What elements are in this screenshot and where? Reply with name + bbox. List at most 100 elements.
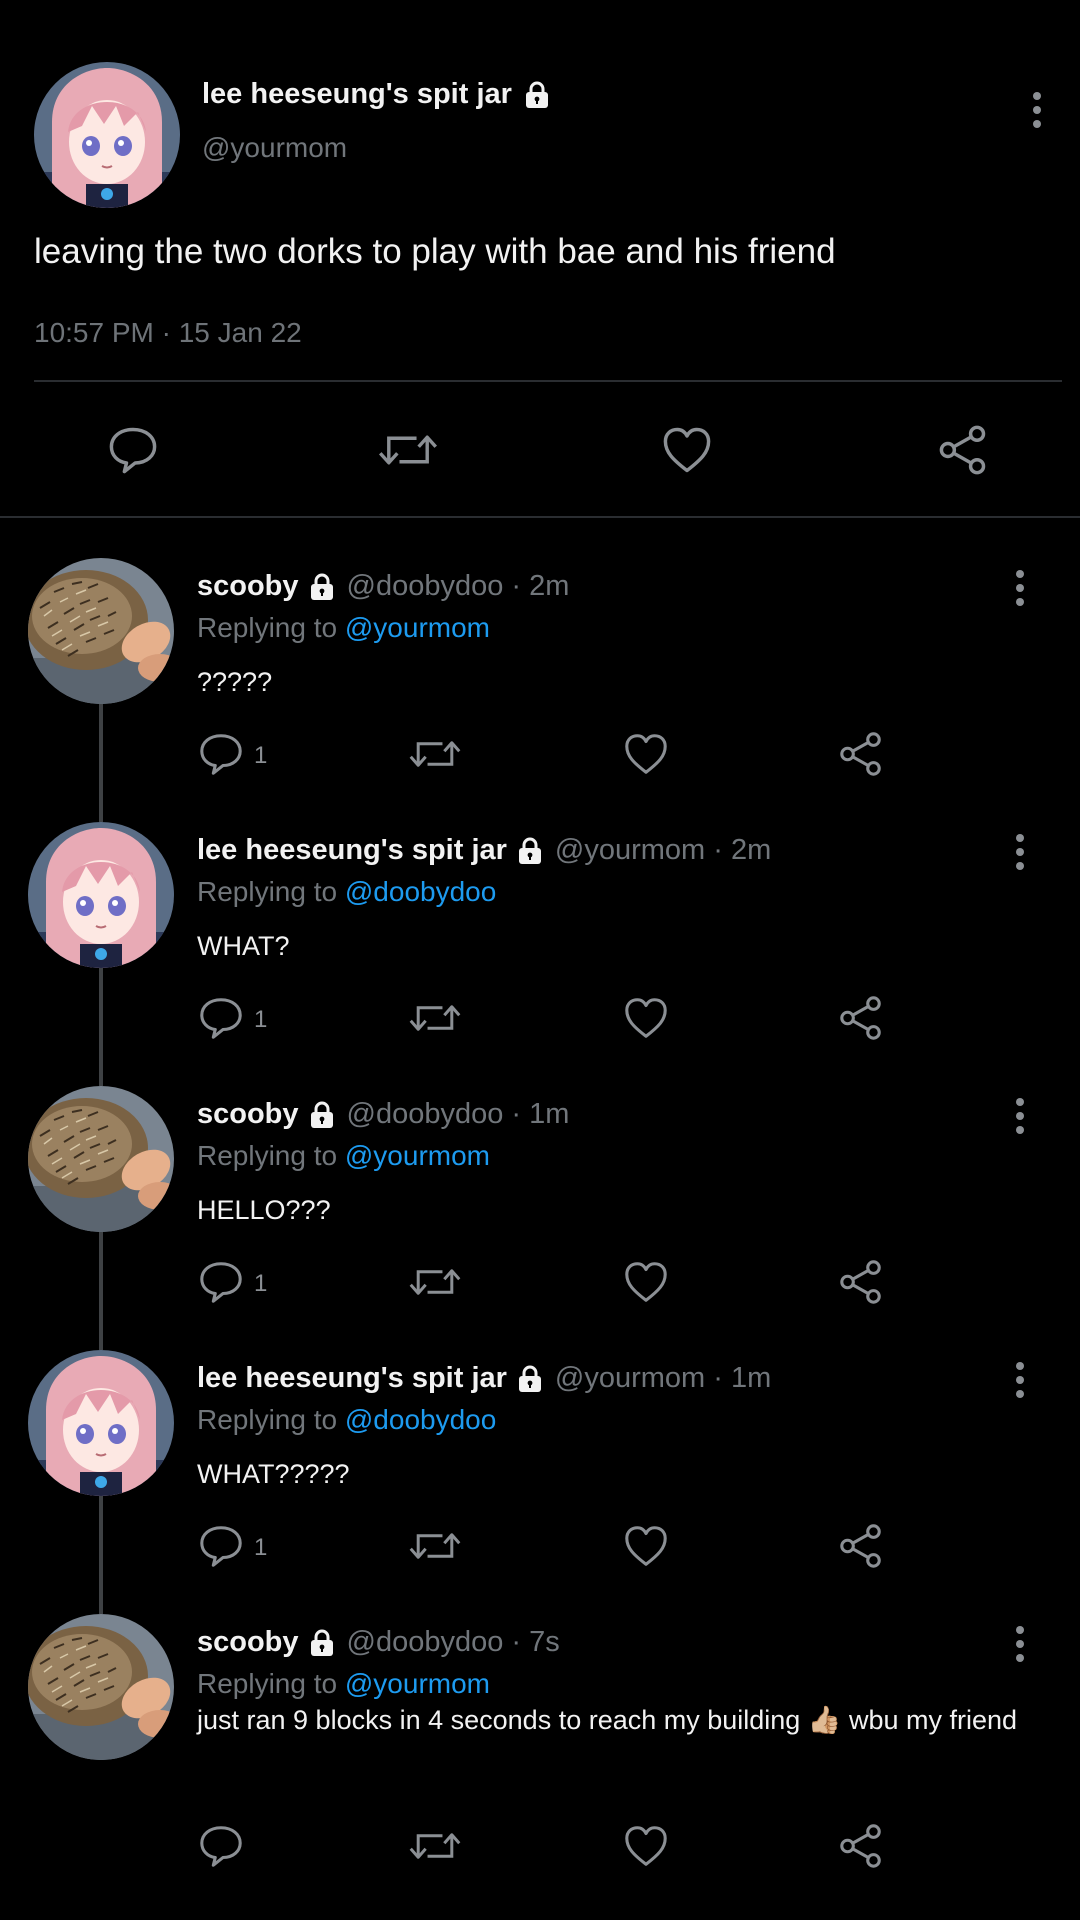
mention-link[interactable]: @yourmom [345, 1668, 490, 1699]
reply-count: 1 [254, 742, 268, 769]
tweet-timestamp[interactable]: 10:57 PM · 15 Jan 22 [34, 317, 302, 349]
share-icon[interactable] [837, 994, 885, 1042]
divider [34, 380, 1062, 382]
reply-text: WHAT? [197, 931, 290, 961]
replying-prefix: Replying to [197, 1668, 338, 1699]
replying-to: Replying to @yourmom [197, 1668, 490, 1700]
author-name[interactable]: lee heeseung's spit jar [197, 1362, 507, 1395]
more-icon[interactable] [1014, 1626, 1026, 1666]
share-icon[interactable] [837, 730, 885, 778]
reply-icon[interactable] [197, 730, 245, 778]
retweet-icon[interactable] [407, 1522, 463, 1570]
author-handle[interactable]: @yourmom [202, 132, 347, 164]
like-icon[interactable] [622, 1522, 670, 1570]
like-icon[interactable] [622, 1258, 670, 1306]
reply-count: 1 [254, 1270, 268, 1297]
mention-link[interactable]: @doobydoo [345, 1404, 496, 1435]
lock-icon [515, 836, 545, 866]
reply-header: scooby @doobydoo · 2m [197, 570, 569, 603]
reply-actions: 1 [197, 730, 897, 780]
reply-tweet[interactable]: lee heeseung's spit jar @yourmom · 1m Re… [0, 1350, 1080, 1614]
reply-icon[interactable] [197, 1822, 245, 1870]
thread-line [99, 704, 103, 822]
avatar[interactable] [28, 558, 174, 704]
retweet-icon[interactable] [407, 994, 463, 1042]
replying-to: Replying to @doobydoo [197, 1404, 496, 1436]
lock-icon [307, 572, 337, 602]
author-name[interactable]: scooby [197, 1098, 299, 1131]
author-name[interactable]: scooby [197, 570, 299, 603]
replying-to: Replying to @doobydoo [197, 876, 496, 908]
reply-tweet[interactable]: scooby @doobydoo · 7s Replying to @yourm… [0, 1614, 1080, 1878]
replying-prefix: Replying to [197, 612, 338, 643]
retweet-icon[interactable] [407, 730, 463, 778]
avatar[interactable] [28, 1086, 174, 1232]
more-icon[interactable] [1031, 92, 1043, 132]
reply-icon[interactable] [197, 1522, 245, 1570]
handle-and-time[interactable]: @doobydoo · 2m [347, 570, 570, 603]
reply-header: scooby @doobydoo · 1m [197, 1098, 569, 1131]
reply-header: lee heeseung's spit jar @yourmom · 2m [197, 834, 771, 867]
reply-icon[interactable] [197, 1258, 245, 1306]
section-divider [0, 516, 1080, 518]
avatar[interactable] [34, 62, 180, 208]
share-icon[interactable] [837, 1258, 885, 1306]
share-icon[interactable] [837, 1522, 885, 1570]
retweet-icon[interactable] [407, 1258, 463, 1306]
retweet-icon[interactable] [407, 1822, 463, 1870]
retweet-icon[interactable] [376, 423, 440, 477]
thread-line [99, 1496, 103, 1614]
thread-line [99, 968, 103, 1086]
like-icon[interactable] [622, 1822, 670, 1870]
reply-text: WHAT????? [197, 1459, 350, 1489]
handle-and-time[interactable]: @yourmom · 1m [555, 1362, 771, 1395]
reply-text: just ran 9 blocks in 4 seconds to reach … [197, 1705, 1018, 1735]
reply-actions: 1 [197, 1522, 897, 1572]
replying-prefix: Replying to [197, 1140, 338, 1171]
tweet-text: leaving the two dorks to play with bae a… [34, 232, 836, 271]
avatar[interactable] [28, 1614, 174, 1760]
replying-to: Replying to @yourmom [197, 1140, 490, 1172]
avatar[interactable] [28, 822, 174, 968]
share-icon[interactable] [837, 1822, 885, 1870]
lock-icon [522, 80, 552, 110]
author-name[interactable]: lee heeseung's spit jar [202, 78, 552, 111]
replying-to: Replying to @yourmom [197, 612, 490, 644]
reply-count: 1 [254, 1534, 268, 1561]
reply-tweet[interactable]: lee heeseung's spit jar @yourmom · 2m Re… [0, 822, 1080, 1086]
more-icon[interactable] [1014, 1362, 1026, 1402]
more-icon[interactable] [1014, 570, 1026, 610]
mention-link[interactable]: @doobydoo [345, 876, 496, 907]
like-icon[interactable] [660, 423, 714, 477]
replying-prefix: Replying to [197, 1404, 338, 1435]
lock-icon [307, 1100, 337, 1130]
handle-and-time[interactable]: @doobydoo · 1m [347, 1098, 570, 1131]
reply-actions: 1 [197, 994, 897, 1044]
reply-actions [197, 1822, 897, 1872]
reply-icon[interactable] [106, 423, 160, 477]
author-name-text[interactable]: lee heeseung's spit jar [202, 78, 512, 111]
avatar[interactable] [28, 1350, 174, 1496]
replying-prefix: Replying to [197, 876, 338, 907]
reply-tweet[interactable]: scooby @doobydoo · 1m Replying to @yourm… [0, 1086, 1080, 1350]
mention-link[interactable]: @yourmom [345, 1140, 490, 1171]
share-icon[interactable] [936, 423, 990, 477]
author-name[interactable]: scooby [197, 1626, 299, 1659]
reply-header: scooby @doobydoo · 7s [197, 1626, 560, 1659]
reply-text: HELLO??? [197, 1195, 331, 1225]
more-icon[interactable] [1014, 834, 1026, 874]
thread-line [99, 1232, 103, 1350]
lock-icon [515, 1364, 545, 1394]
more-icon[interactable] [1014, 1098, 1026, 1138]
like-icon[interactable] [622, 994, 670, 1042]
reply-tweet[interactable]: scooby @doobydoo · 2m Replying to @yourm… [0, 558, 1080, 822]
main-tweet: lee heeseung's spit jar @yourmom leaving… [0, 0, 1080, 520]
lock-icon [307, 1628, 337, 1658]
reply-header: lee heeseung's spit jar @yourmom · 1m [197, 1362, 771, 1395]
like-icon[interactable] [622, 730, 670, 778]
reply-icon[interactable] [197, 994, 245, 1042]
mention-link[interactable]: @yourmom [345, 612, 490, 643]
author-name[interactable]: lee heeseung's spit jar [197, 834, 507, 867]
handle-and-time[interactable]: @yourmom · 2m [555, 834, 771, 867]
handle-and-time[interactable]: @doobydoo · 7s [347, 1626, 560, 1659]
